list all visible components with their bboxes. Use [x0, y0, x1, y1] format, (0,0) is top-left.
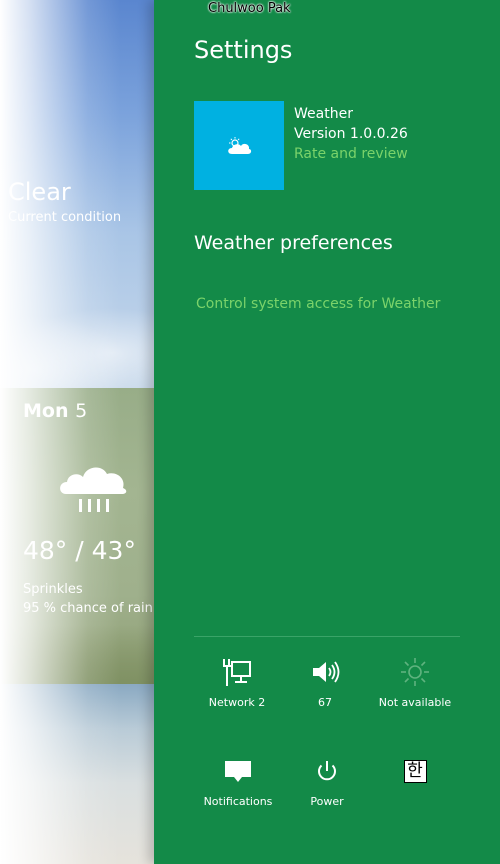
keyboard-ime-icon: 한 — [403, 760, 427, 783]
weather-preferences-link[interactable]: Weather preferences — [194, 232, 393, 254]
notifications-icon — [225, 761, 251, 782]
power-button[interactable]: Power — [282, 755, 372, 808]
edge-fade — [0, 0, 160, 864]
control-system-access-link[interactable]: Control system access for Weather — [196, 296, 440, 312]
current-condition: Clear — [8, 178, 71, 206]
volume-label: 67 — [318, 696, 332, 709]
weather-app-background: Clear Current condition Mon 5 48° / 43° … — [0, 0, 160, 864]
brightness-button[interactable]: Not available — [370, 656, 460, 709]
forecast-day[interactable]: Mon 5 — [23, 400, 87, 422]
app-name: Weather — [294, 106, 353, 122]
volume-button[interactable]: 67 — [280, 656, 370, 709]
brightness-icon — [401, 658, 429, 686]
settings-title: Settings — [194, 36, 293, 64]
keyboard-button[interactable]: 한 — [370, 755, 460, 783]
forecast-temperature: 48° / 43° — [23, 536, 136, 565]
divider — [194, 636, 460, 637]
power-icon — [318, 761, 336, 781]
cloud-sun-icon — [228, 137, 252, 154]
notifications-button[interactable]: Notifications — [193, 755, 283, 808]
app-version: Version 1.0.0.26 — [294, 126, 408, 142]
forecast-rain-chance: 95 % chance of rain — [23, 601, 153, 616]
network-icon — [223, 659, 251, 686]
speaker-icon — [313, 661, 340, 683]
forecast-day-name: Mon — [23, 400, 69, 422]
rain-cloud-icon — [60, 467, 127, 512]
notifications-label: Notifications — [203, 795, 273, 808]
app-tile — [194, 101, 284, 190]
power-label: Power — [310, 795, 344, 808]
settings-pane: Chulwoo Pak Settings Weather Version 1.0… — [154, 0, 500, 864]
forecast-description: Sprinkles — [23, 582, 83, 597]
network-button[interactable]: Network 2 — [192, 656, 282, 709]
current-condition-caption: Current condition — [8, 210, 122, 225]
user-name[interactable]: Chulwoo Pak — [208, 1, 291, 16]
rate-and-review-link[interactable]: Rate and review — [294, 146, 408, 162]
brightness-label: Not available — [378, 696, 452, 709]
network-label: Network 2 — [208, 696, 266, 709]
forecast-day-number: 5 — [75, 400, 88, 422]
